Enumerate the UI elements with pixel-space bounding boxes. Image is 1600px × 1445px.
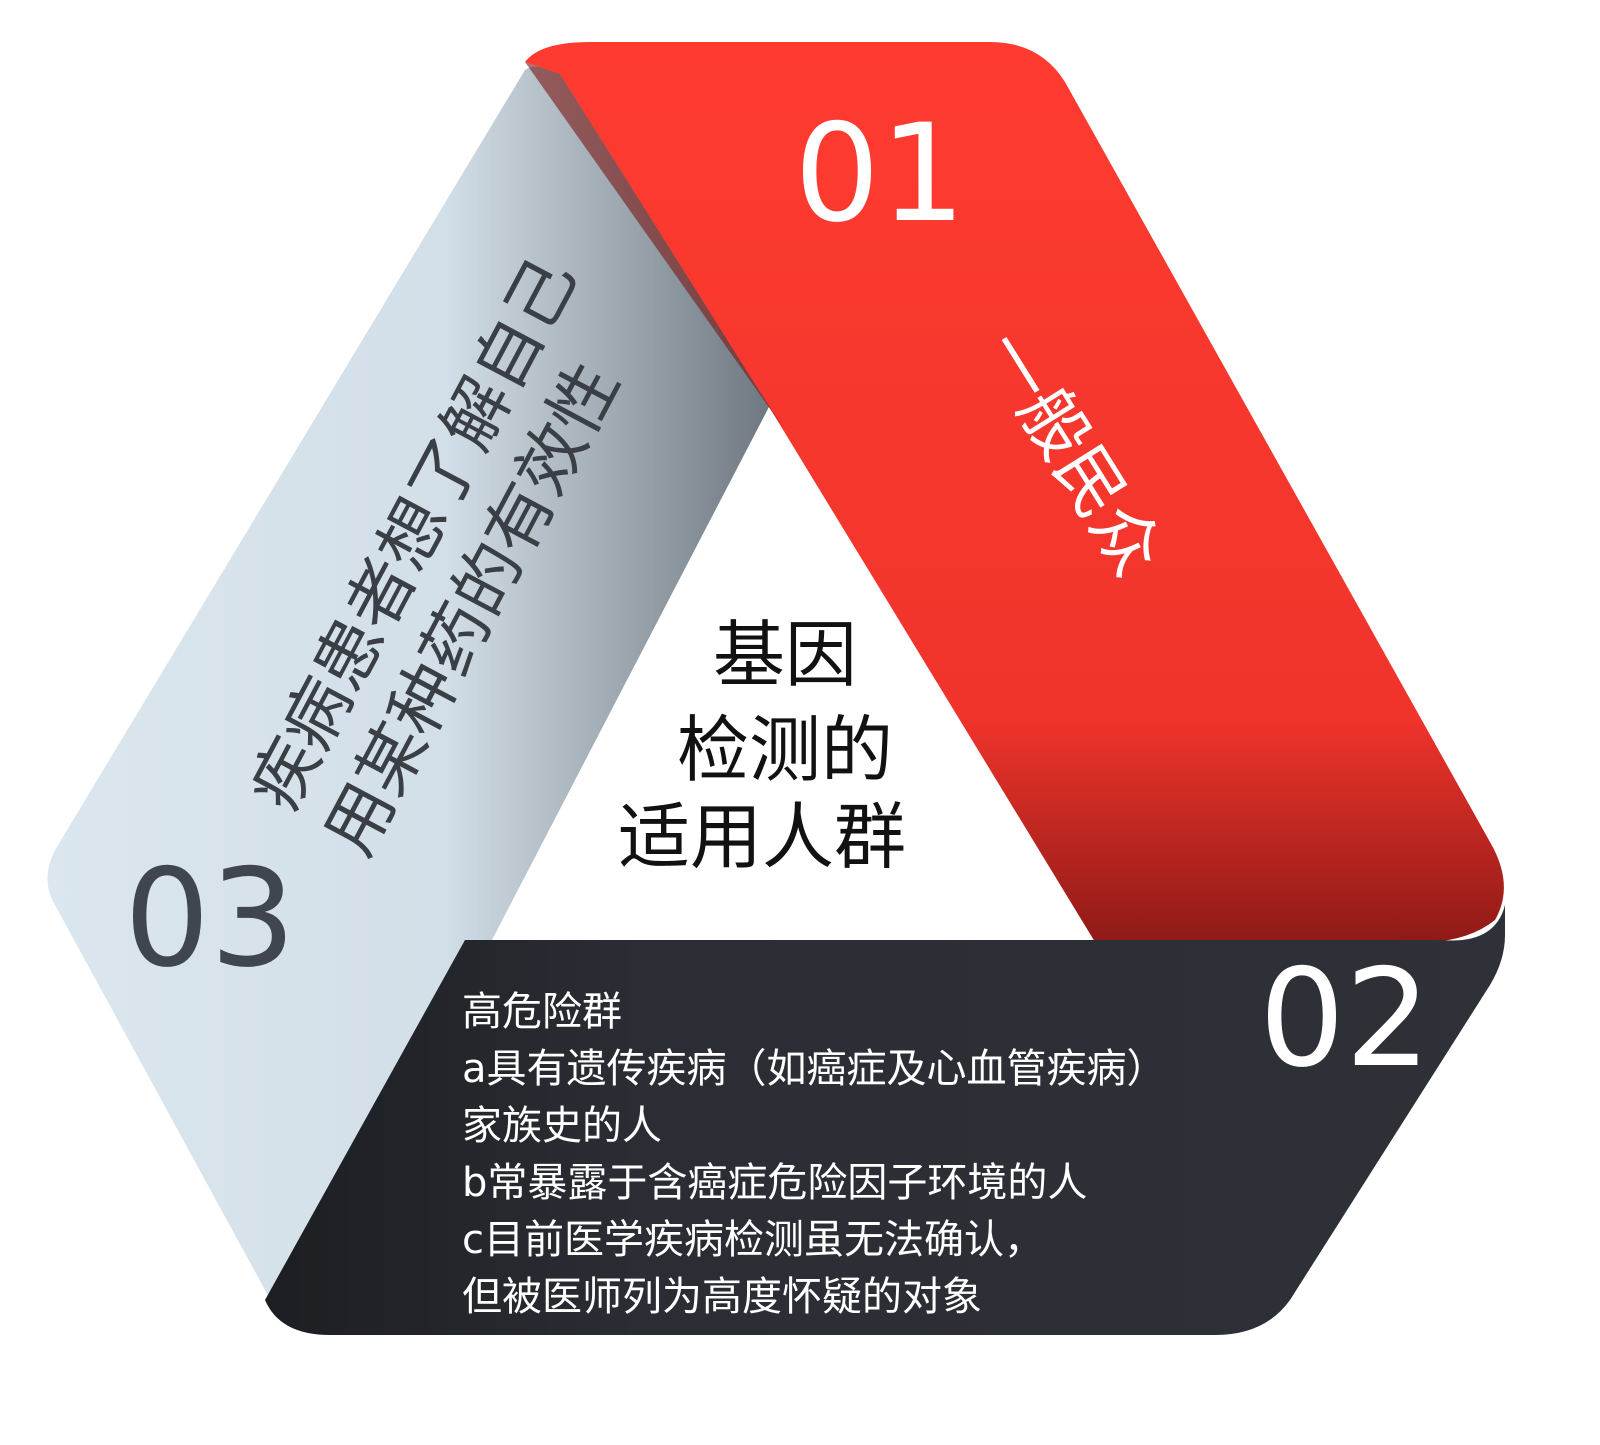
center-title-line-1: 基因 <box>713 613 857 697</box>
segment-02-number: 02 <box>1259 940 1431 1097</box>
segment-03-number: 03 <box>124 840 296 997</box>
segment-02-line-2: 家族史的人 <box>462 1103 662 1149</box>
center-title-line-3: 适用人群 <box>618 795 906 879</box>
segment-02-title: 高危险群 <box>462 989 622 1035</box>
segment-02-line-5: 但被医师列为高度怀疑的对象 <box>462 1274 982 1320</box>
segment-02-line-3: b常暴露于含癌症危险因子环境的人 <box>462 1160 1087 1206</box>
segment-02-line-4: c目前医学疾病检测虽无法确认， <box>462 1217 1044 1263</box>
segment-01-number: 01 <box>794 95 966 252</box>
triangle-diagram: 01 02 03 一般民众 疾病患者想了解自己 用某种药的有效性 基因 检测的 … <box>47 42 1505 1335</box>
center-title-line-2: 检测的 <box>677 708 893 792</box>
diagram-canvas: 01 02 03 一般民众 疾病患者想了解自己 用某种药的有效性 基因 检测的 … <box>0 0 1600 1445</box>
segment-02-line-1: a具有遗传疾病（如癌症及心血管疾病） <box>462 1046 1167 1092</box>
